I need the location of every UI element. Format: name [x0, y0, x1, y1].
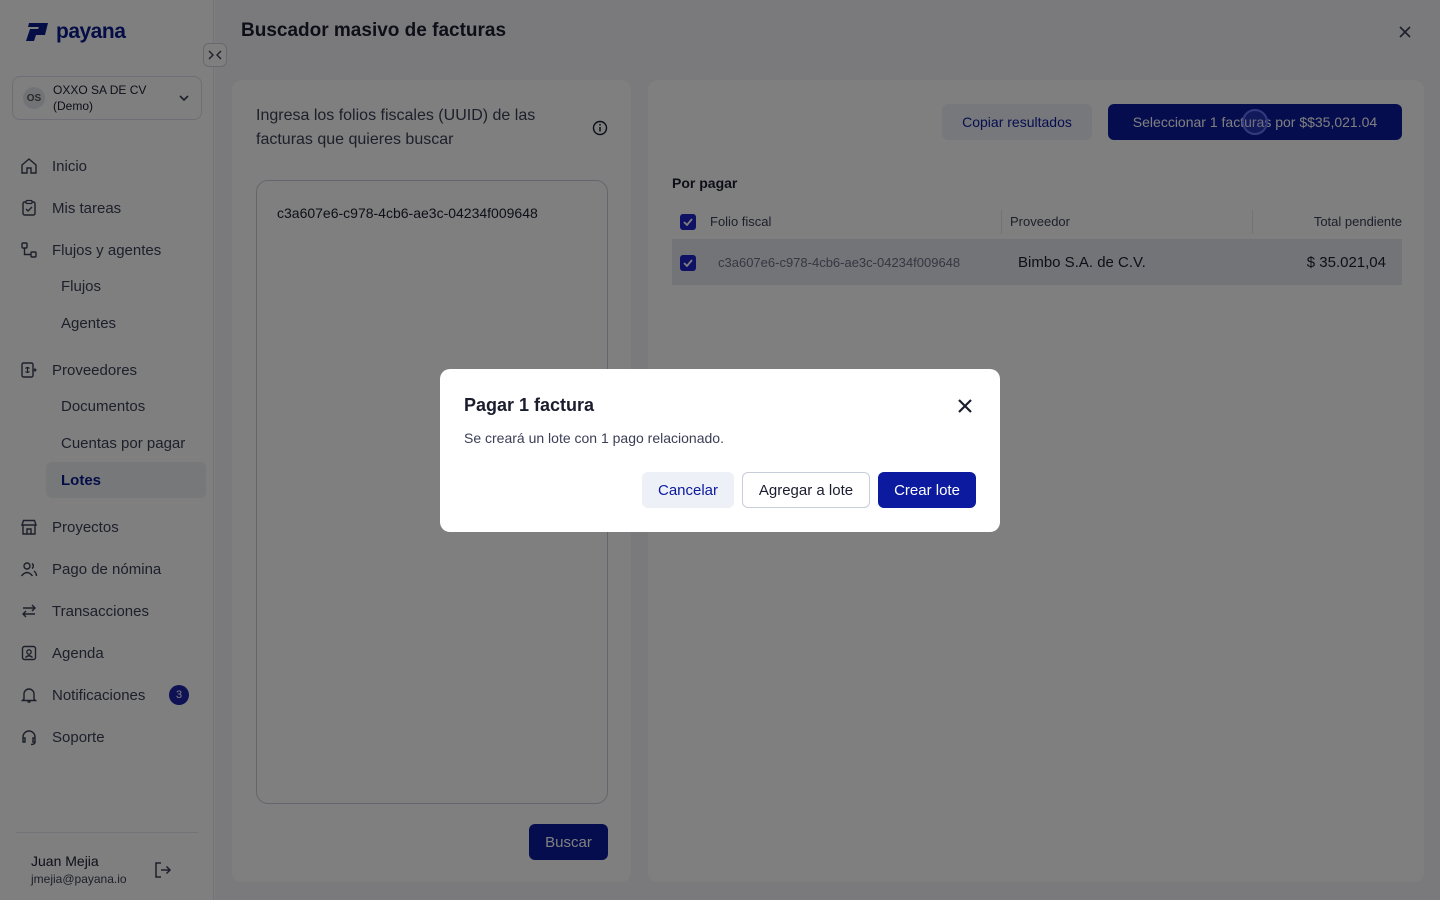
create-batch-button[interactable]: Crear lote [878, 472, 976, 508]
cancel-button[interactable]: Cancelar [642, 472, 734, 508]
dialog-title: Pagar 1 factura [464, 395, 595, 415]
pay-invoice-dialog: Pagar 1 factura Se creará un lote con 1 … [440, 369, 1000, 532]
dialog-description: Se creará un lote con 1 pago relacionado… [464, 430, 724, 446]
close-icon[interactable] [956, 397, 974, 415]
add-to-batch-button[interactable]: Agregar a lote [742, 472, 870, 508]
